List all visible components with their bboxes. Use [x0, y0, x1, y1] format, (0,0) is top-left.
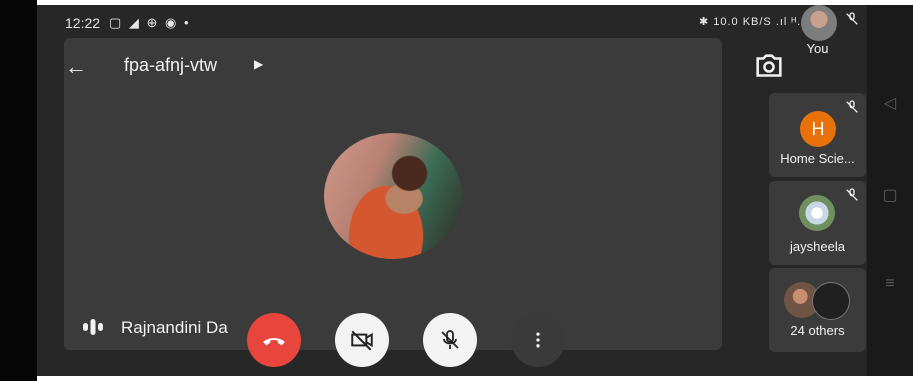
participant-name: You [806, 41, 829, 56]
end-call-button[interactable] [247, 313, 301, 367]
participant-tile-you[interactable]: You [769, 5, 866, 58]
nav-back-icon[interactable]: ◁ [881, 95, 899, 113]
participant-avatar [801, 5, 837, 41]
end-call-icon [263, 338, 285, 346]
active-speaker-name: Rajnandini Da [121, 318, 228, 337]
meeting-code[interactable]: fpa-afnj-vtw [124, 55, 217, 76]
left-bezel [0, 0, 37, 381]
camera-off-icon [351, 330, 373, 351]
status-bar: 12:22 ▢ ◢ ⊕ ◉ • ✱ 10.0 KB/S .ıl ᴴ.ıl 75 [37, 5, 867, 35]
nav-home-icon[interactable]: ▢ [881, 187, 899, 205]
participant-tile-home-science[interactable]: H Home Scie... [769, 93, 866, 177]
participant-name: jaysheela [790, 239, 845, 254]
android-nav-bar: ◁ ▢ ≡ [867, 5, 913, 376]
mic-off-icon [846, 100, 858, 113]
active-speaker-avatar [324, 133, 462, 259]
speaker-audio-icon [83, 319, 103, 335]
meet-screen: 12:22 ▢ ◢ ⊕ ◉ • ✱ 10.0 KB/S .ıl ᴴ.ıl 75 … [37, 5, 867, 376]
mic-off-icon [846, 188, 858, 201]
mic-off-icon [846, 12, 858, 25]
participant-avatar [799, 195, 835, 231]
participant-tile-jaysheela[interactable]: jaysheela [769, 181, 866, 265]
more-vert-icon [536, 332, 540, 348]
participant-tile-others[interactable]: 24 others [769, 268, 866, 352]
others-count: 24 others [790, 323, 845, 338]
participant-avatar [812, 282, 850, 320]
status-notification-icons: ▢ ◢ ⊕ ◉ • [109, 15, 191, 30]
nav-recents-icon[interactable]: ≡ [881, 275, 899, 293]
meeting-info-arrow-icon[interactable]: ▶ [254, 57, 263, 71]
camera-toggle-button[interactable] [335, 313, 389, 367]
mic-off-icon [441, 330, 459, 349]
mic-toggle-button[interactable] [423, 313, 477, 367]
status-time: 12:22 [65, 15, 101, 31]
more-options-button[interactable] [511, 313, 565, 367]
back-arrow-icon[interactable]: ← [65, 53, 93, 81]
participant-name: Home Scie... [780, 151, 855, 166]
participant-avatar: H [800, 111, 836, 147]
